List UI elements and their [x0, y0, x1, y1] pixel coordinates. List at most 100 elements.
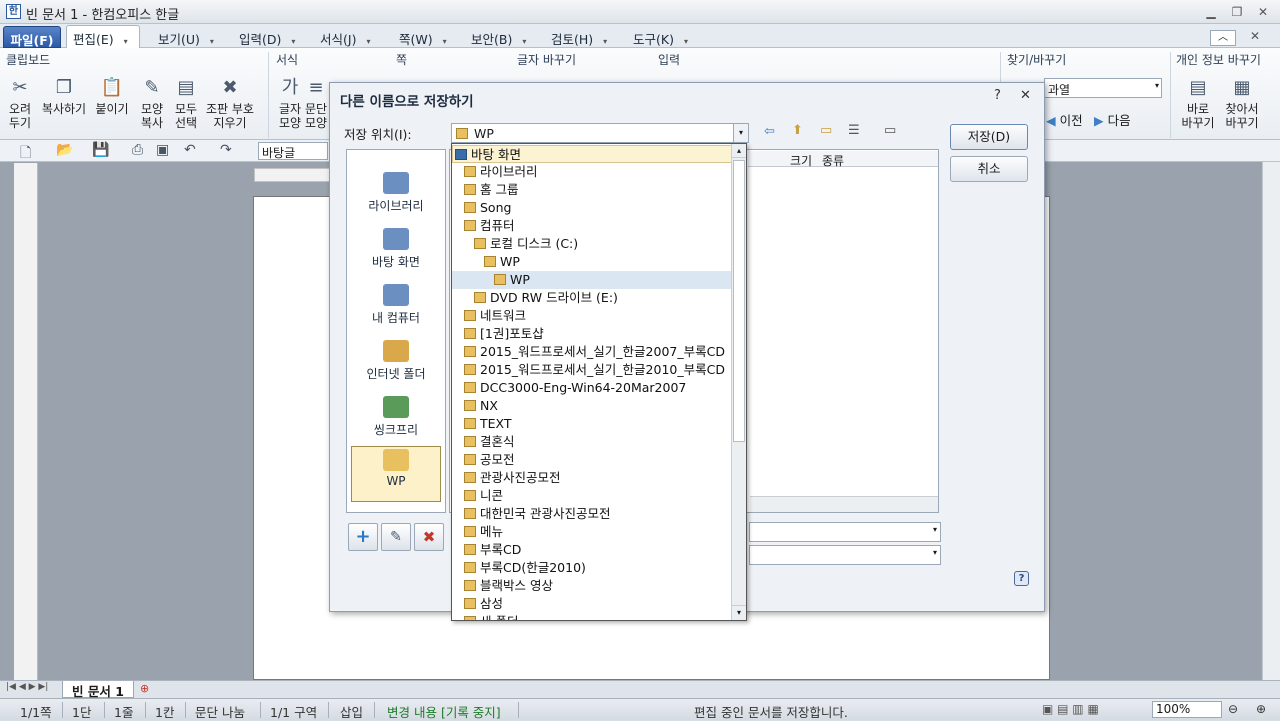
char-shape-button[interactable]: 가 글자 모양	[272, 76, 308, 130]
minimize-icon[interactable]: ▁	[1202, 5, 1220, 19]
column-size[interactable]: 크기	[790, 152, 812, 169]
status-insert[interactable]: 삽입	[340, 702, 363, 721]
tab-review[interactable]: 검토(H) ▾	[545, 26, 613, 47]
filename-input[interactable]: ▾	[749, 522, 941, 542]
chevron-down-icon[interactable]: ▾	[733, 124, 748, 142]
dropdown-item[interactable]: 삼성	[452, 595, 732, 613]
dropdown-item[interactable]: 홈 그룹	[452, 181, 732, 199]
scroll-up-icon[interactable]: ▴	[732, 144, 746, 158]
chevron-down-icon[interactable]: ▾	[933, 525, 937, 534]
cut-button[interactable]: ✂ 오려 두기	[2, 76, 38, 130]
chevron-down-icon[interactable]: ▾	[124, 37, 128, 46]
scroll-thumb[interactable]	[733, 160, 745, 442]
redo-icon[interactable]: ↷	[220, 142, 232, 158]
status-track-changes[interactable]: 변경 내용 [기록 중지]	[387, 702, 501, 721]
preview-pane-icon[interactable]: ▭	[884, 123, 896, 138]
place-wp[interactable]: WP	[351, 446, 441, 502]
up-folder-icon[interactable]: ⬆	[792, 123, 803, 138]
style-select[interactable]: 바탕글	[258, 142, 328, 160]
place-computer[interactable]: 내 컴퓨터	[353, 282, 439, 334]
location-select[interactable]: WP ▾	[451, 123, 749, 143]
dropdown-item[interactable]: 새 폴더	[452, 613, 732, 620]
dropdown-item[interactable]: 부록CD	[452, 541, 732, 559]
column-type[interactable]: 종류	[822, 152, 844, 169]
zoom-select[interactable]: 100%	[1152, 701, 1222, 718]
dropdown-item[interactable]: WP	[452, 253, 732, 271]
location-dropdown[interactable]: 바탕 화면 라이브러리 홈 그룹 Song 컴퓨터 로컬 디스크 (C:) WP WP DVD …	[451, 143, 747, 621]
find-change-button[interactable]: ▦ 찾아서 바꾸기	[1220, 76, 1264, 130]
add-place-button[interactable]: +	[348, 523, 378, 551]
dropdown-item[interactable]: 대한민국 관광사진공모전	[452, 505, 732, 523]
dropdown-item[interactable]: 메뉴	[452, 523, 732, 541]
dropdown-item[interactable]: 2015_워드프로세서_실기_한글2007_부록CD	[452, 343, 732, 361]
tab-tools[interactable]: 도구(K) ▾	[627, 26, 694, 47]
chevron-down-icon[interactable]: ▾	[933, 548, 937, 557]
view-menu-icon[interactable]: ☰	[848, 123, 860, 138]
close-icon[interactable]: ✕	[1020, 88, 1031, 103]
dropdown-item[interactable]: DCC3000-Eng-Win64-20Mar2007	[452, 379, 732, 397]
tab-edit[interactable]: 편집(E) ▾	[66, 25, 140, 49]
select-all-button[interactable]: ▤ 모두 선택	[168, 76, 204, 130]
restore-icon[interactable]: ❐	[1228, 5, 1246, 19]
view-mode-icons[interactable]: ▣ ▤ ▥ ▦	[1042, 702, 1099, 716]
print-icon[interactable]: ⎙	[132, 142, 143, 158]
dropdown-item[interactable]: 블랙박스 영상	[452, 577, 732, 595]
change-now-button[interactable]: ▤ 바로 바꾸기	[1176, 76, 1220, 130]
paste-button[interactable]: 📋 붙이기	[94, 76, 130, 116]
copy-button[interactable]: ❐ 복사하기	[38, 76, 90, 116]
dropdown-scrollbar[interactable]: ▴ ▾	[731, 144, 746, 620]
place-thinkfree[interactable]: 씽크프리	[353, 394, 439, 446]
place-library[interactable]: 라이브러리	[353, 170, 439, 222]
close-icon[interactable]: ✕	[1254, 5, 1272, 19]
dropdown-item[interactable]: 공모전	[452, 451, 732, 469]
tab-security[interactable]: 보안(B) ▾	[465, 26, 532, 47]
tab-view[interactable]: 보기(U) ▾	[152, 26, 220, 47]
close-doc-icon[interactable]: ✕	[1250, 29, 1260, 43]
dropdown-item[interactable]: 바탕 화면	[452, 145, 732, 163]
tab-format[interactable]: 서식(J) ▾	[314, 26, 376, 47]
dropdown-item[interactable]: WP	[452, 271, 732, 289]
tab-input[interactable]: 입력(D) ▾	[233, 26, 301, 47]
edit-place-button[interactable]: ✎	[381, 523, 411, 551]
scroll-down-icon[interactable]: ▾	[732, 605, 746, 619]
open-icon[interactable]: 📂	[56, 142, 73, 158]
remove-codes-button[interactable]: ✖ 조판 부호 지우기	[202, 76, 258, 130]
dropdown-item[interactable]: 2015_워드프로세서_실기_한글2010_부록CD	[452, 361, 732, 379]
find-next-button[interactable]: ▶ 다음	[1094, 110, 1131, 129]
preview-icon[interactable]: ▣	[156, 142, 169, 158]
dropdown-item[interactable]: NX	[452, 397, 732, 415]
save-icon[interactable]: 💾	[92, 142, 109, 158]
dropdown-item[interactable]: 로컬 디스크 (C:)	[452, 235, 732, 253]
undo-icon[interactable]: ↶	[184, 142, 196, 158]
doc-tab-active[interactable]: 빈 문서 1	[62, 681, 134, 699]
cancel-button[interactable]: 취소	[950, 156, 1028, 182]
find-input[interactable]: 과열 ▾	[1044, 78, 1162, 98]
dropdown-item[interactable]: 니콘	[452, 487, 732, 505]
new-folder-icon[interactable]: ▭	[820, 123, 832, 138]
horizontal-scrollbar[interactable]	[750, 496, 938, 512]
status-page[interactable]: 1/1쪽	[20, 702, 52, 721]
place-internet-folder[interactable]: 인터넷 폴더	[353, 338, 439, 390]
help-icon[interactable]: ?	[1014, 571, 1029, 586]
dropdown-item[interactable]: 부록CD(한글2010)	[452, 559, 732, 577]
copy-format-button[interactable]: ✎ 모양 복사	[134, 76, 170, 130]
zoom-out-icon[interactable]: ⊖	[1228, 702, 1238, 716]
chevron-down-icon[interactable]: ▾	[1155, 81, 1159, 90]
dropdown-item[interactable]: 결혼식	[452, 433, 732, 451]
find-prev-button[interactable]: ◀ 이전	[1046, 110, 1083, 129]
tab-page[interactable]: 쪽(W) ▾	[393, 26, 453, 47]
tab-nav-icon[interactable]: |◀ ◀ ▶ ▶|	[6, 682, 48, 692]
vertical-scrollbar[interactable]	[1262, 162, 1280, 680]
dropdown-item[interactable]: 라이브러리	[452, 163, 732, 181]
dropdown-item[interactable]: 관광사진공모전	[452, 469, 732, 487]
dropdown-item[interactable]: Song	[452, 199, 732, 217]
tab-file[interactable]: 파일(F)	[3, 26, 61, 48]
collapse-ribbon-icon[interactable]: ︿	[1210, 30, 1236, 46]
dropdown-item[interactable]: DVD RW 드라이브 (E:)	[452, 289, 732, 307]
para-shape-button[interactable]: ≡ 문단 모양	[304, 76, 328, 130]
dropdown-item[interactable]: [1권]포토샵	[452, 325, 732, 343]
back-icon[interactable]: ⇦	[764, 124, 775, 139]
zoom-in-icon[interactable]: ⊕	[1256, 702, 1266, 716]
dropdown-item[interactable]: 컴퓨터	[452, 217, 732, 235]
delete-place-button[interactable]: ✖	[414, 523, 444, 551]
